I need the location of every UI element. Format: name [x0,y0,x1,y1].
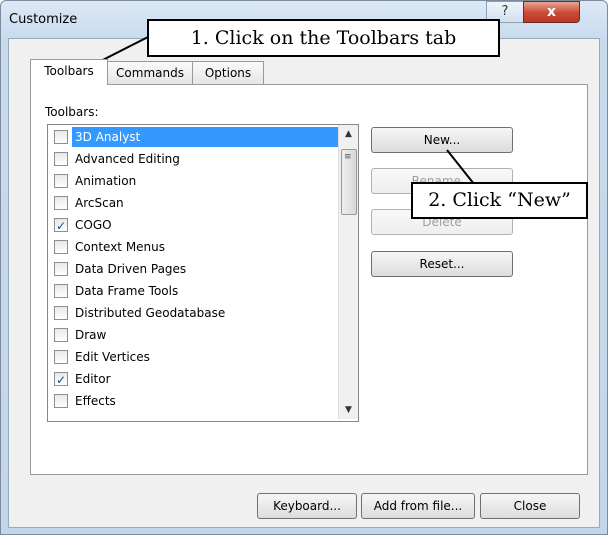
callout-toolbars-tab: 1. Click on the Toolbars tab [147,19,500,57]
callout-click-new: 2. Click “New” [411,182,588,219]
tab-toolbars[interactable]: Toolbars [30,59,108,85]
callout-line-new [446,149,475,185]
